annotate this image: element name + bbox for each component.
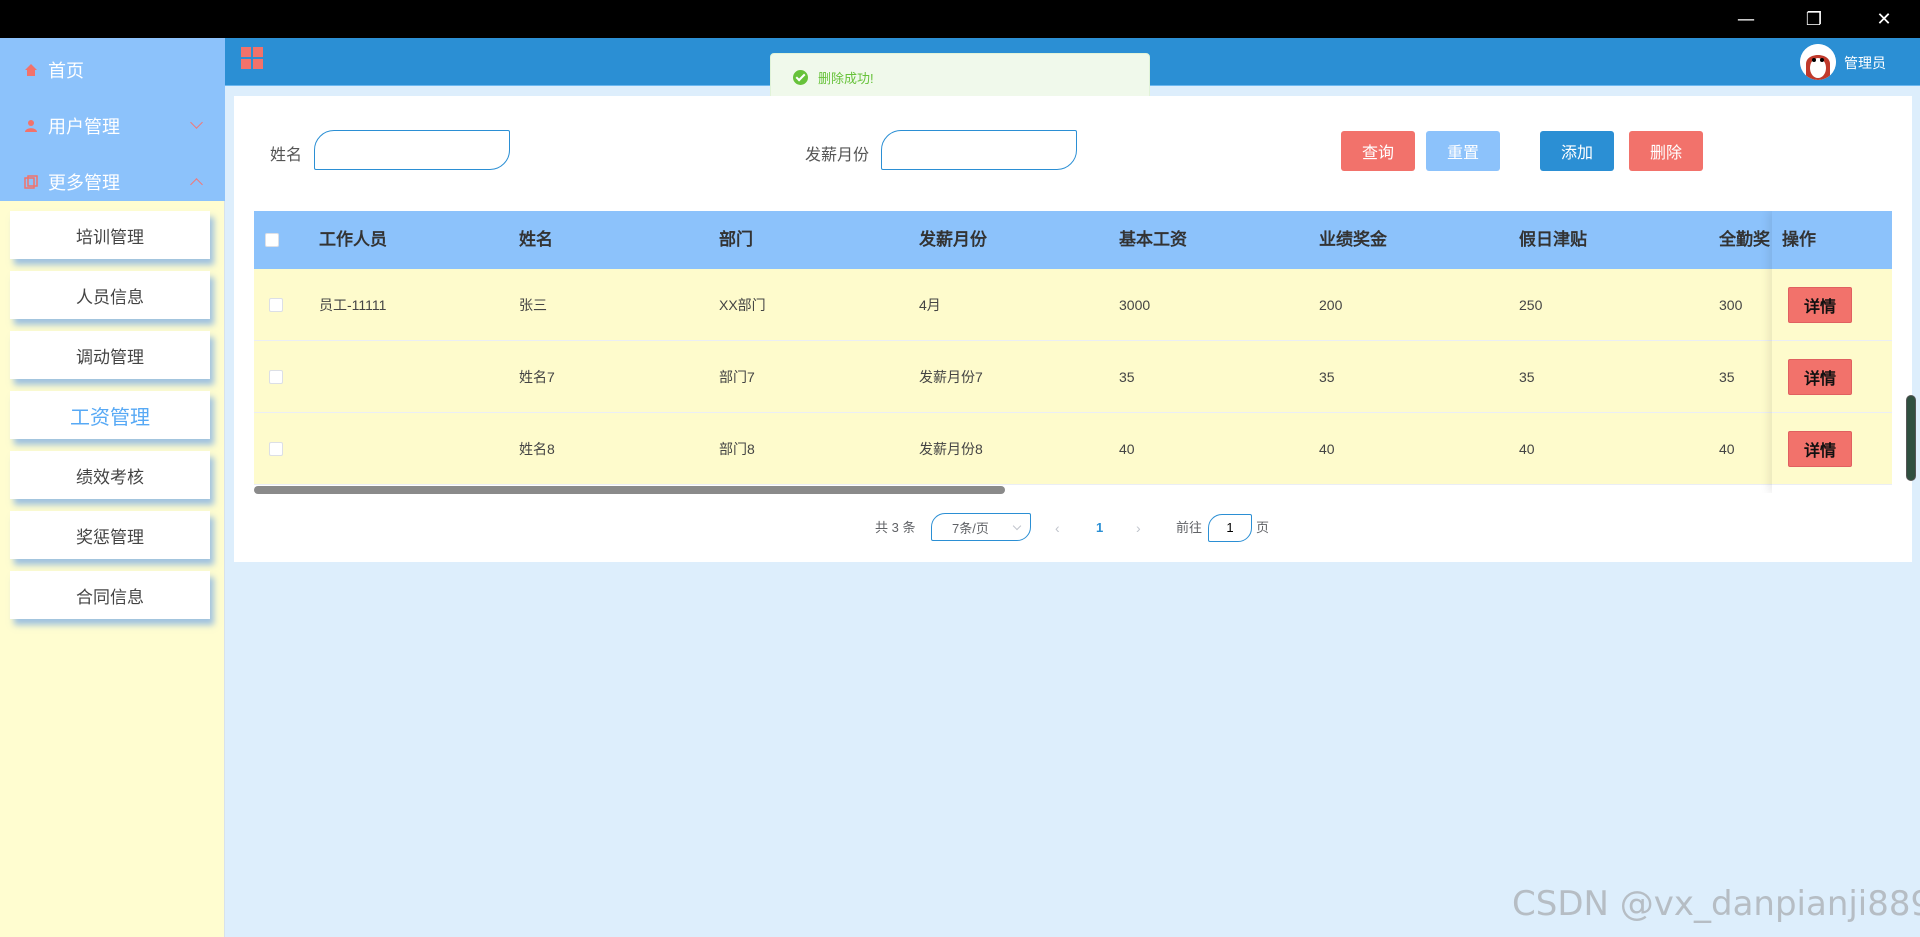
cell-name: 张三: [519, 297, 547, 313]
goto-prefix: 前往: [1176, 520, 1203, 535]
goto-page-input[interactable]: [1208, 514, 1252, 542]
column-header-month: 发薪月份: [919, 230, 987, 249]
column-header-name: 姓名: [519, 230, 553, 249]
avatar-image: [1800, 44, 1836, 80]
cell-name: 姓名8: [519, 441, 555, 457]
month-search-input[interactable]: [881, 130, 1077, 170]
user-icon: [25, 120, 37, 132]
column-header-dept: 部门: [719, 230, 753, 249]
month-search-label: 发薪月份: [805, 147, 870, 164]
watermark: CSDN @vx_danpianji889: [1512, 884, 1920, 924]
cell-dept: XX部门: [719, 297, 766, 313]
cell-dept: 部门7: [719, 369, 755, 385]
sidebar-item-home[interactable]: 首页: [0, 42, 225, 98]
chevron-right-icon[interactable]: ›: [1136, 513, 1141, 543]
cell-holiday: 35: [1519, 369, 1535, 385]
submenu-rewards[interactable]: 奖惩管理: [10, 511, 210, 559]
cell-name: 姓名7: [519, 369, 555, 385]
sidebar-main-menu: 首页 用户管理 更多管理: [0, 38, 225, 201]
name-search-label: 姓名: [270, 147, 303, 164]
goto-suffix: 页: [1256, 520, 1270, 535]
cell-base-salary: 3000: [1119, 297, 1151, 313]
operation-cell: 详情: [1772, 341, 1892, 413]
operation-column: 操作 详情 详情 详情: [1772, 211, 1892, 493]
cell-holiday: 40: [1519, 441, 1535, 457]
cell-base-salary: 35: [1119, 369, 1135, 385]
cell-bonus: 35: [1319, 369, 1335, 385]
user-name[interactable]: 管理员: [1844, 53, 1886, 73]
page-number[interactable]: 1: [1096, 513, 1103, 543]
cell-bonus: 40: [1319, 441, 1335, 457]
table-header: 工作人员 姓名 部门 发薪月份 基本工资 业绩奖金 假日津贴 全勤奖: [254, 211, 1892, 269]
column-header-operation: 操作: [1772, 211, 1892, 269]
salary-table: 工作人员 姓名 部门 发薪月份 基本工资 业绩奖金 假日津贴 全勤奖 员工-11…: [254, 211, 1892, 493]
column-header-base-salary: 基本工资: [1119, 230, 1187, 249]
row-checkbox[interactable]: [269, 370, 283, 384]
minimize-button[interactable]: —: [1712, 0, 1780, 38]
operation-cell: 详情: [1772, 413, 1892, 485]
column-header-holiday: 假日津贴: [1519, 230, 1587, 249]
avatar[interactable]: [1800, 44, 1836, 80]
cell-month: 发薪月份7: [919, 369, 983, 385]
submenu-salary[interactable]: 工资管理: [10, 391, 210, 439]
main-content: 姓名 发薪月份 查询 重置 添加 删除 工作人员 姓名 部门 发薪月份 基本工资…: [234, 96, 1912, 562]
submenu-personnel[interactable]: 人员信息: [10, 271, 210, 319]
row-checkbox[interactable]: [269, 298, 283, 312]
detail-button[interactable]: 详情: [1788, 359, 1852, 395]
close-button[interactable]: ✕: [1850, 0, 1918, 38]
cell-attendance: 300: [1719, 297, 1743, 313]
submenu-contract[interactable]: 合同信息: [10, 571, 210, 619]
grid-icon[interactable]: [241, 47, 263, 69]
query-button[interactable]: 查询: [1341, 131, 1415, 171]
pagination-total: 共 3 条: [875, 520, 916, 535]
table-row: 姓名8 部门8 发薪月份8 40 40 40 40: [254, 413, 1892, 485]
cell-bonus: 200: [1319, 297, 1343, 313]
table-row: 姓名7 部门7 发薪月份7 35 35 35 35: [254, 341, 1892, 413]
cell-attendance: 40: [1719, 441, 1735, 457]
check-circle-icon: [793, 69, 808, 85]
cell-holiday: 250: [1519, 297, 1543, 313]
cell-worker: 员工-11111: [319, 297, 387, 313]
maximize-button[interactable]: ❐: [1780, 0, 1848, 38]
detail-button[interactable]: 详情: [1788, 431, 1852, 467]
success-toast: 删除成功!: [770, 53, 1150, 101]
submenu-transfer[interactable]: 调动管理: [10, 331, 210, 379]
table-row: 员工-11111 张三 XX部门 4月 3000 200 250 300: [254, 269, 1892, 341]
page-vertical-scrollbar[interactable]: [1906, 395, 1916, 481]
sidebar-item-more-management[interactable]: 更多管理: [0, 154, 225, 210]
cell-attendance: 35: [1719, 369, 1735, 385]
detail-button[interactable]: 详情: [1788, 287, 1852, 323]
sidebar-item-label: 用户管理: [48, 117, 120, 137]
reset-button[interactable]: 重置: [1426, 131, 1500, 171]
table-horizontal-scrollbar[interactable]: [254, 486, 1005, 494]
chevron-left-icon[interactable]: ‹: [1055, 513, 1060, 543]
row-checkbox[interactable]: [269, 442, 283, 456]
page-size-select[interactable]: 7条/页: [931, 513, 1031, 541]
window-titlebar: — ❐ ✕: [0, 0, 1920, 38]
cell-month: 4月: [919, 297, 941, 313]
column-header-bonus: 业绩奖金: [1319, 230, 1387, 249]
home-icon: [25, 64, 37, 76]
sidebar-item-user-management[interactable]: 用户管理: [0, 98, 225, 154]
delete-button[interactable]: 删除: [1629, 131, 1703, 171]
column-header-worker: 工作人员: [319, 230, 387, 249]
sidebar: 首页 用户管理 更多管理 培训管理 人员信息 调动管理 工资管理 绩效考核 奖惩…: [0, 38, 225, 937]
toast-message: 删除成功!: [818, 70, 874, 86]
cell-dept: 部门8: [719, 441, 755, 457]
cell-month: 发薪月份8: [919, 441, 983, 457]
select-all-checkbox[interactable]: [265, 233, 279, 247]
name-search-input[interactable]: [314, 130, 510, 170]
submenu-performance[interactable]: 绩效考核: [10, 451, 210, 499]
chevron-up-icon: [190, 178, 203, 191]
add-button[interactable]: 添加: [1540, 131, 1614, 171]
cell-base-salary: 40: [1119, 441, 1135, 457]
document-icon: [24, 175, 38, 189]
chevron-down-icon: [190, 116, 203, 129]
submenu-training[interactable]: 培训管理: [10, 211, 210, 259]
sidebar-item-label: 更多管理: [48, 173, 120, 193]
sidebar-item-label: 首页: [48, 61, 84, 81]
operation-cell: 详情: [1772, 269, 1892, 341]
column-header-attendance: 全勤奖: [1719, 230, 1770, 249]
